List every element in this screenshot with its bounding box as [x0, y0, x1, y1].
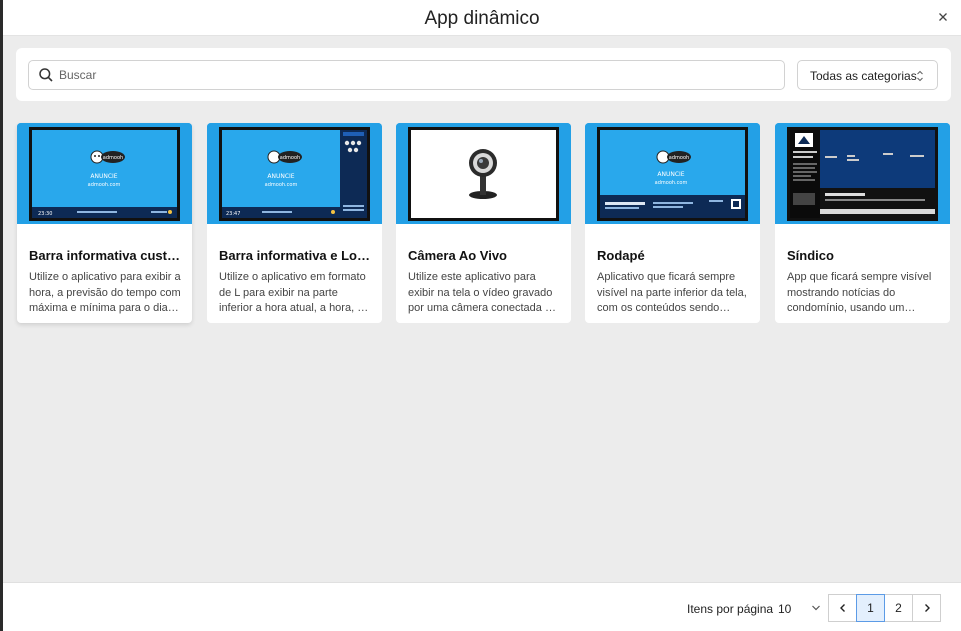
- app-card[interactable]: Câmera Ao Vivo Utilize este aplicativo p…: [396, 123, 571, 323]
- items-per-page-select[interactable]: 10: [775, 595, 823, 621]
- app-card-title: Câmera Ao Vivo: [408, 248, 507, 263]
- app-card-description: Utilize este aplicativo para exibir na t…: [408, 271, 558, 314]
- app-picker-modal: App dinâmico Todas as categorias: [3, 0, 961, 631]
- app-card[interactable]: admooh ANUNCIE admooh.com Rodapé Aplicat…: [585, 123, 760, 323]
- modal-title: App dinâmico: [424, 8, 540, 29]
- thumb-brand: admooh: [103, 155, 123, 161]
- page-button-2[interactable]: 2: [884, 594, 913, 622]
- items-per-page-value: 10: [778, 602, 792, 616]
- filter-toolbar: Todas as categorias: [16, 48, 951, 101]
- thumb-time: 23:30: [38, 211, 52, 217]
- pagination-footer: Itens por página 10 1 2: [3, 582, 961, 631]
- chevron-left-icon: [839, 604, 845, 612]
- thumb-time: 23:47: [226, 211, 240, 217]
- search-box: [28, 60, 785, 90]
- thumb-brand: admooh: [280, 155, 300, 161]
- app-thumbnail: admooh ANUNCIE admooh.com 23:30: [17, 123, 192, 224]
- thumb-cta: ANUNCIE: [657, 171, 684, 178]
- app-card[interactable]: admooh ANUNCIE admooh.com 23:30 Barra in…: [17, 123, 192, 323]
- app-thumbnail: [396, 123, 571, 224]
- app-thumbnail: [775, 123, 950, 224]
- thumb-cta: ANUNCIE: [267, 173, 294, 180]
- app-card-description: App que ficará sempre visível mostrando …: [787, 271, 932, 314]
- app-card[interactable]: Síndico App que ficará sempre visível mo…: [775, 123, 950, 323]
- app-card-description: Utilize o aplicativo para exibir a hora,…: [29, 271, 181, 314]
- app-card-title: Rodapé: [597, 248, 645, 263]
- app-card-title: Síndico: [787, 248, 834, 263]
- category-select[interactable]: Todas as categorias: [797, 60, 938, 90]
- app-thumbnail: admooh ANUNCIE admooh.com 23:47: [207, 123, 382, 224]
- prev-page-button[interactable]: [828, 594, 857, 622]
- thumb-brand: admooh: [669, 155, 689, 161]
- modal-header: App dinâmico: [3, 0, 961, 36]
- chevron-down-icon: [812, 605, 820, 611]
- pagination: 1 2: [828, 594, 941, 622]
- updown-chevron-icon: [917, 70, 923, 82]
- app-thumbnail: admooh ANUNCIE admooh.com: [585, 123, 760, 224]
- thumb-url: admooh.com: [655, 180, 688, 186]
- search-input[interactable]: [59, 64, 759, 86]
- app-card-title: Barra informativa custo…: [29, 248, 182, 263]
- thumb-url: admooh.com: [88, 182, 121, 188]
- next-page-button[interactable]: [912, 594, 941, 622]
- search-icon: [39, 68, 53, 82]
- thumb-url: admooh.com: [265, 182, 298, 188]
- category-select-value: Todas as categorias: [810, 69, 917, 83]
- close-button[interactable]: [935, 9, 951, 25]
- app-card-description: Aplicativo que ficará sempre visível na …: [597, 271, 747, 314]
- thumb-cta: ANUNCIE: [90, 173, 117, 180]
- app-card[interactable]: admooh ANUNCIE admooh.com 23:47 Barra in…: [207, 123, 382, 323]
- items-per-page-label: Itens por página: [687, 602, 774, 616]
- chevron-right-icon: [924, 604, 930, 612]
- app-card-description: Utilize o aplicativo em formato de L par…: [219, 271, 366, 314]
- close-icon: [939, 13, 947, 21]
- page-button-1[interactable]: 1: [856, 594, 885, 622]
- app-card-title: Barra informativa e Lote…: [219, 248, 372, 263]
